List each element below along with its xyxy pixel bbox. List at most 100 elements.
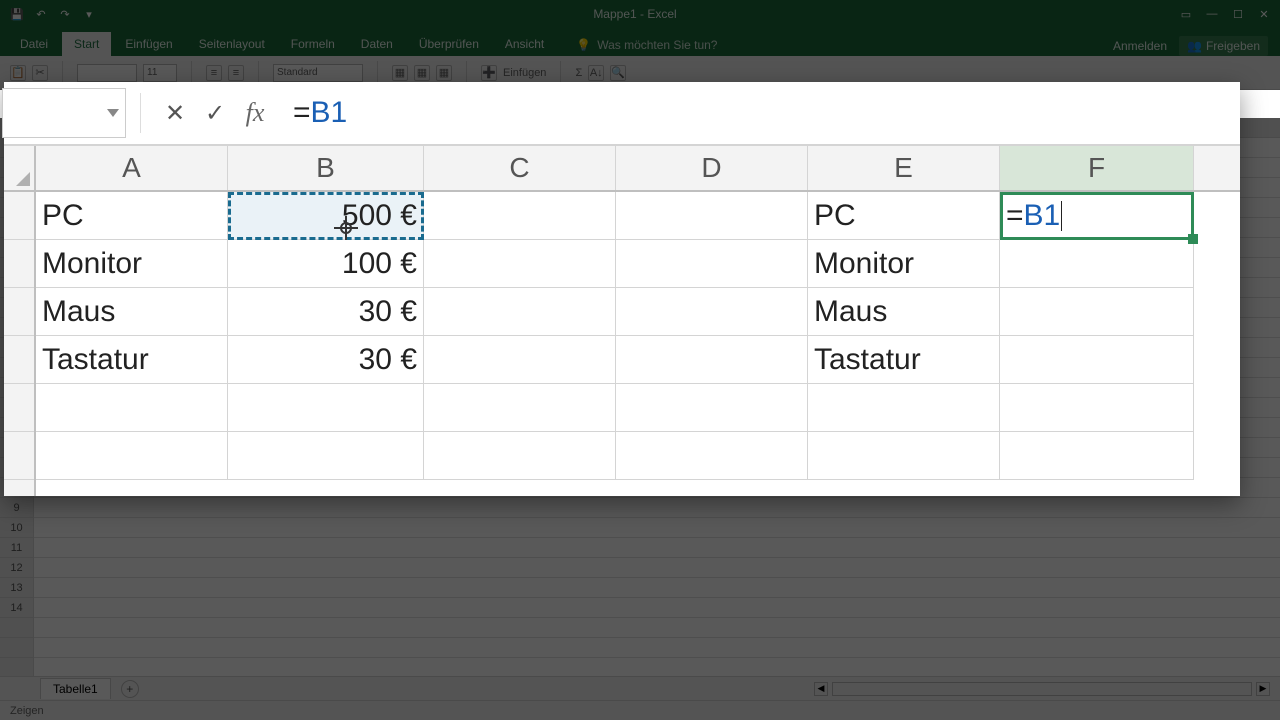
tab-seitenlayout[interactable]: Seitenlayout bbox=[187, 32, 277, 56]
cell-E1[interactable]: PC bbox=[808, 192, 1000, 240]
cell-C4[interactable] bbox=[424, 336, 616, 384]
cell-B2[interactable]: 100 € bbox=[228, 240, 424, 288]
autosum-icon[interactable]: Σ bbox=[575, 67, 582, 79]
cell-styles-icon[interactable]: ▦ bbox=[436, 65, 452, 81]
cell-D5[interactable] bbox=[616, 384, 808, 432]
tab-ueberpruefen[interactable]: Überprüfen bbox=[407, 32, 491, 56]
scroll-left-button[interactable]: ◀ bbox=[814, 682, 828, 696]
tab-start[interactable]: Start bbox=[62, 32, 111, 56]
ribbon-display-icon[interactable]: ▭ bbox=[1174, 4, 1198, 24]
find-select-icon[interactable]: 🔍 bbox=[610, 65, 626, 81]
cell-A3[interactable]: Maus bbox=[36, 288, 228, 336]
row-headers[interactable] bbox=[4, 192, 36, 496]
minimize-button[interactable]: — bbox=[1200, 4, 1224, 24]
cell-D1[interactable] bbox=[616, 192, 808, 240]
conditional-format-icon[interactable]: ▦ bbox=[392, 65, 408, 81]
horizontal-scrollbar[interactable] bbox=[832, 682, 1252, 696]
cell-E6[interactable] bbox=[808, 432, 1000, 480]
cell-B4[interactable]: 30 € bbox=[228, 336, 424, 384]
column-header-B[interactable]: B bbox=[228, 146, 424, 190]
row-header-2[interactable] bbox=[4, 240, 34, 288]
tab-formeln[interactable]: Formeln bbox=[279, 32, 347, 56]
insert-function-button[interactable]: fx bbox=[235, 93, 275, 133]
row-header-5[interactable] bbox=[4, 384, 34, 432]
row-header-6[interactable] bbox=[4, 432, 34, 480]
tab-ansicht[interactable]: Ansicht bbox=[493, 32, 556, 56]
window-title: Mappe1 - Excel bbox=[96, 7, 1174, 21]
column-headers[interactable]: ABCDEF bbox=[36, 146, 1240, 192]
cell-F1[interactable]: =B1 bbox=[1000, 192, 1194, 240]
cell-C2[interactable] bbox=[424, 240, 616, 288]
align-center-icon[interactable]: ≡ bbox=[228, 65, 244, 81]
format-table-icon[interactable]: ▦ bbox=[414, 65, 430, 81]
insert-cells-icon[interactable]: ➕ bbox=[481, 65, 497, 81]
redo-icon[interactable]: ↷ bbox=[58, 7, 72, 21]
cell-D2[interactable] bbox=[616, 240, 808, 288]
cell-D6[interactable] bbox=[616, 432, 808, 480]
paste-icon[interactable]: 📋 bbox=[10, 65, 26, 81]
cell-B6[interactable] bbox=[228, 432, 424, 480]
column-header-F[interactable]: F bbox=[1000, 146, 1194, 190]
tab-einfuegen[interactable]: Einfügen bbox=[113, 32, 184, 56]
name-box-dropdown-icon[interactable] bbox=[107, 109, 119, 117]
column-header-A[interactable]: A bbox=[36, 146, 228, 190]
cell-F2[interactable] bbox=[1000, 240, 1194, 288]
qat-dropdown-icon[interactable]: ▾ bbox=[82, 7, 96, 21]
cell-A2[interactable]: Monitor bbox=[36, 240, 228, 288]
row-header-3[interactable] bbox=[4, 288, 34, 336]
row-header-4[interactable] bbox=[4, 336, 34, 384]
cell-C6[interactable] bbox=[424, 432, 616, 480]
font-size-dropdown[interactable]: 11 bbox=[143, 64, 177, 82]
name-box[interactable] bbox=[2, 88, 126, 138]
scroll-right-button[interactable]: ▶ bbox=[1256, 682, 1270, 696]
tell-me-search[interactable]: 💡 Was möchten Sie tun? bbox=[568, 34, 725, 56]
column-header-C[interactable]: C bbox=[424, 146, 616, 190]
align-left-icon[interactable]: ≡ bbox=[206, 65, 222, 81]
share-button[interactable]: 👥 Freigeben bbox=[1179, 36, 1268, 56]
cell-A4[interactable]: Tastatur bbox=[36, 336, 228, 384]
signin-link[interactable]: Anmelden bbox=[1113, 39, 1167, 53]
cell-F3[interactable] bbox=[1000, 288, 1194, 336]
column-header-D[interactable]: D bbox=[616, 146, 808, 190]
cell-B1[interactable]: 500 € bbox=[228, 192, 424, 240]
cell-B3[interactable]: 30 € bbox=[228, 288, 424, 336]
cut-icon[interactable]: ✂ bbox=[32, 65, 48, 81]
formula-input[interactable]: =B1 bbox=[275, 96, 1240, 130]
cell-F4[interactable] bbox=[1000, 336, 1194, 384]
cell-E3[interactable]: Maus bbox=[808, 288, 1000, 336]
formula-enter-button[interactable]: ✓ bbox=[195, 93, 235, 133]
cell-B5[interactable] bbox=[228, 384, 424, 432]
new-sheet-button[interactable]: + bbox=[121, 680, 139, 698]
cell-E4[interactable]: Tastatur bbox=[808, 336, 1000, 384]
cell-D4[interactable] bbox=[616, 336, 808, 384]
cell-D3[interactable] bbox=[616, 288, 808, 336]
cell-E2[interactable]: Monitor bbox=[808, 240, 1000, 288]
cell-A5[interactable] bbox=[36, 384, 228, 432]
font-name-dropdown[interactable] bbox=[77, 64, 137, 82]
cell-C3[interactable] bbox=[424, 288, 616, 336]
cell-C1[interactable] bbox=[424, 192, 616, 240]
tab-daten[interactable]: Daten bbox=[349, 32, 405, 56]
worksheet-grid[interactable]: ABCDEF PC500 €PC=B1Monitor100 €MonitorMa… bbox=[4, 146, 1240, 496]
lightbulb-icon: 💡 bbox=[576, 38, 591, 52]
maximize-button[interactable]: ☐ bbox=[1226, 4, 1250, 24]
row-header-1[interactable] bbox=[4, 192, 34, 240]
sort-filter-icon[interactable]: A↓ bbox=[588, 65, 604, 81]
formula-cancel-button[interactable]: ✕ bbox=[155, 93, 195, 133]
select-all-button[interactable] bbox=[4, 146, 36, 192]
column-header-E[interactable]: E bbox=[808, 146, 1000, 190]
cell-F6[interactable] bbox=[1000, 432, 1194, 480]
cell-F5[interactable] bbox=[1000, 384, 1194, 432]
number-format-dropdown[interactable]: Standard bbox=[273, 64, 363, 82]
share-icon: 👥 bbox=[1187, 39, 1202, 53]
cells-area[interactable]: PC500 €PC=B1Monitor100 €MonitorMaus30 €M… bbox=[36, 192, 1240, 496]
save-icon[interactable]: 💾 bbox=[10, 7, 24, 21]
undo-icon[interactable]: ↶ bbox=[34, 7, 48, 21]
cell-E5[interactable] bbox=[808, 384, 1000, 432]
cell-A6[interactable] bbox=[36, 432, 228, 480]
sheet-tab-tabelle1[interactable]: Tabelle1 bbox=[40, 678, 111, 699]
close-button[interactable]: ✕ bbox=[1252, 4, 1276, 24]
tab-datei[interactable]: Datei bbox=[8, 32, 60, 56]
cell-A1[interactable]: PC bbox=[36, 192, 228, 240]
cell-C5[interactable] bbox=[424, 384, 616, 432]
